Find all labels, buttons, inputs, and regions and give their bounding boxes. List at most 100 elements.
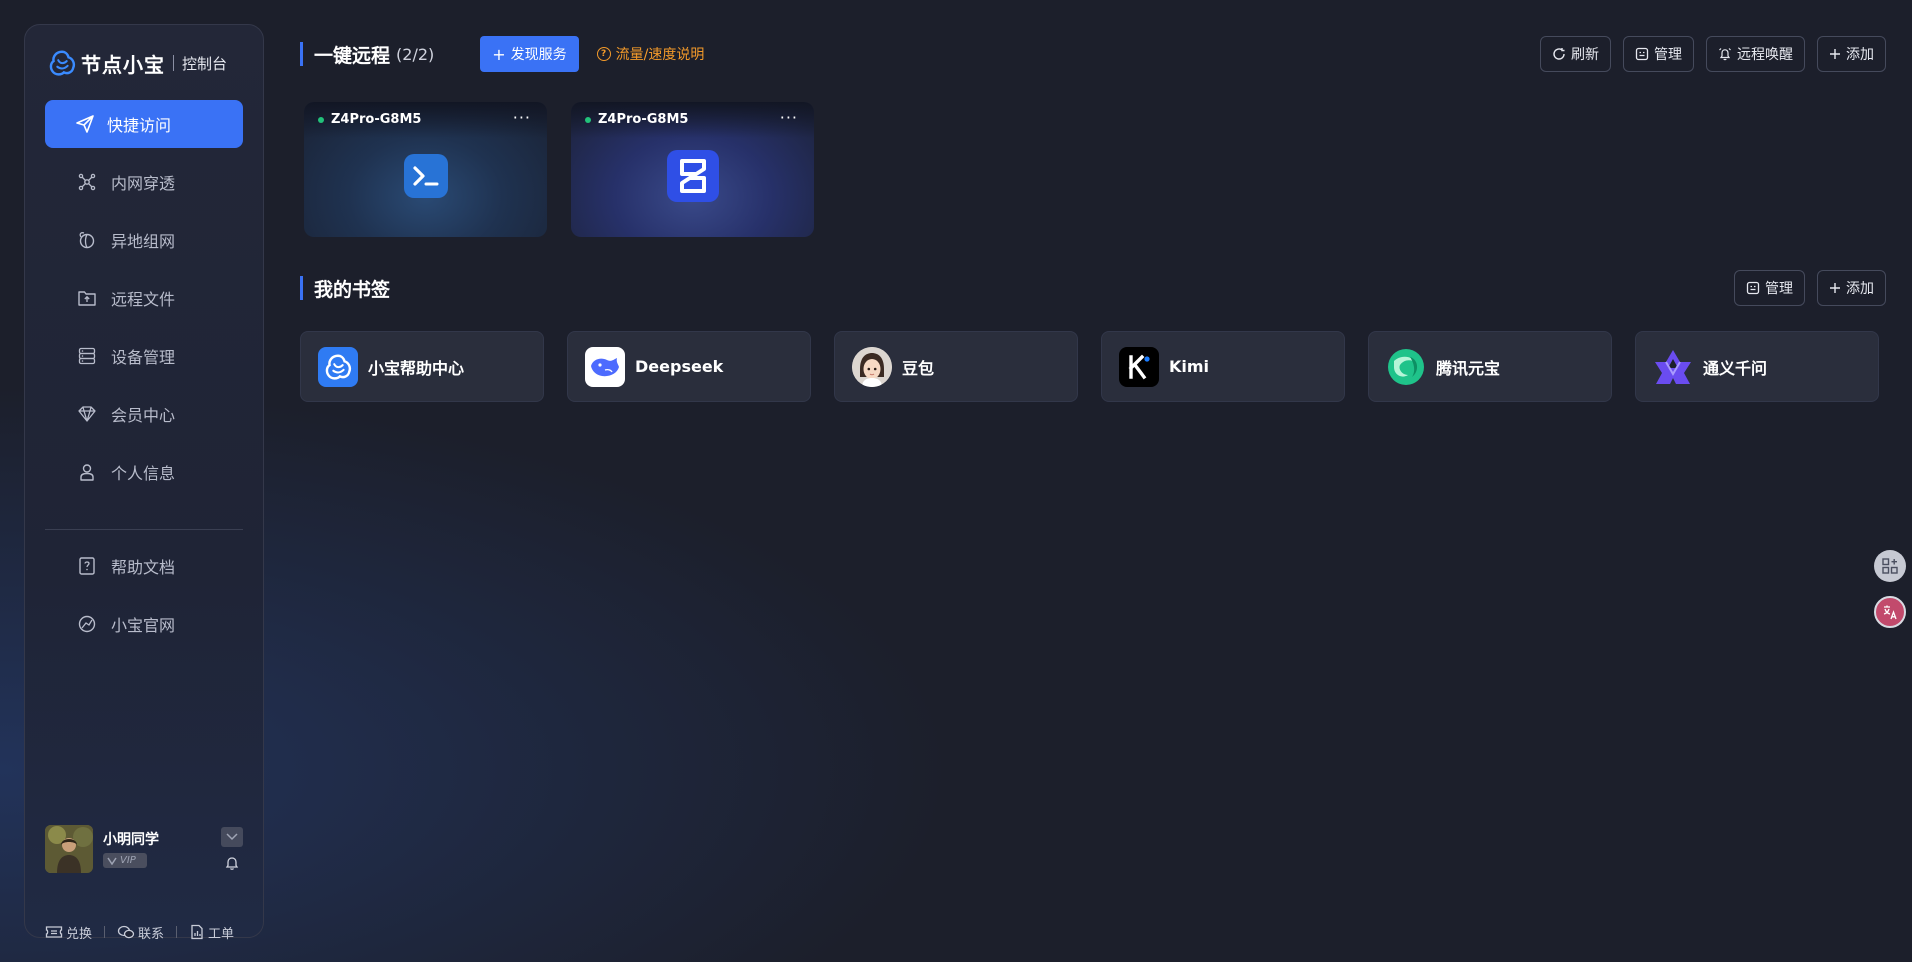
ticket-icon — [45, 926, 63, 938]
nav-item-remote-network[interactable]: 异地组网 — [45, 216, 243, 264]
apps-grid-icon — [1874, 550, 1906, 582]
nav-item-label: 异地组网 — [111, 232, 176, 251]
nav-item-label: 远程文件 — [111, 290, 176, 309]
xiaobao-icon — [318, 346, 358, 387]
redeem-link[interactable]: 兑换 — [45, 923, 92, 942]
bookmark-item[interactable]: 小宝帮助中心 — [300, 331, 544, 402]
nav-item-remote-files[interactable]: 远程文件 — [45, 274, 243, 322]
nav-item-quick-access[interactable]: 快捷访问 — [45, 100, 243, 148]
nav-item-official-site[interactable]: 小宝官网 — [45, 600, 243, 648]
online-status-dot — [318, 117, 324, 123]
remote-wake-label: 远程唤醒 — [1737, 47, 1793, 63]
nav-item-label: 个人信息 — [111, 464, 176, 483]
remote-card[interactable]: Z4Pro-G8M5 ··· — [571, 102, 814, 237]
nav-item-membership[interactable]: 会员中心 — [45, 390, 243, 438]
user-panel: 小明同学 VIP — [45, 825, 243, 875]
folder-upload-icon — [77, 288, 97, 308]
vip-check-icon — [107, 857, 117, 865]
refresh-button[interactable]: 刷新 — [1540, 36, 1611, 72]
plus-icon — [1829, 48, 1841, 60]
footer-divider — [104, 926, 106, 938]
vip-badge-label: VIP — [120, 855, 136, 866]
bookmarks-title: 我的书签 — [314, 278, 391, 301]
section-accent-bar — [300, 42, 303, 66]
nav-item-label: 内网穿透 — [111, 174, 176, 193]
bookmark-label: 腾讯元宝 — [1436, 358, 1501, 378]
remote-wake-button[interactable]: 远程唤醒 — [1706, 36, 1805, 72]
translate-icon — [1874, 596, 1906, 628]
nav-item-label: 会员中心 — [111, 406, 176, 425]
network-icon — [77, 172, 97, 192]
more-options-icon[interactable]: ··· — [780, 108, 798, 127]
bookmark-item[interactable]: 豆包 — [834, 331, 1078, 402]
manage-icon — [1635, 47, 1649, 61]
nav-item-help-docs[interactable]: 帮助文档 — [45, 542, 243, 590]
remote-card[interactable]: Z4Pro-G8M5 ··· — [304, 102, 547, 237]
compass-icon — [77, 614, 97, 634]
refresh-label: 刷新 — [1571, 47, 1599, 63]
nav-item-label: 帮助文档 — [111, 558, 176, 577]
ticket-label: 工单 — [208, 926, 235, 942]
remote-section-header: 一键远程 (2/2) + 发现服务 ? 流量/速度说明 — [300, 36, 704, 72]
remote-card-name: Z4Pro-G8M5 — [331, 112, 422, 127]
server-icon — [77, 346, 97, 366]
floating-translate-button[interactable] — [1872, 594, 1912, 630]
chevron-down-icon — [226, 833, 238, 841]
more-options-icon[interactable]: ··· — [513, 108, 531, 127]
bookmark-label: Kimi — [1169, 357, 1210, 376]
manage-label: 管理 — [1654, 47, 1682, 63]
bookmark-list: 小宝帮助中心 Deepseek 豆包 Kimi 腾讯元宝 通义千问 — [300, 331, 1902, 402]
redeem-label: 兑换 — [66, 926, 93, 942]
add-label: 添加 — [1846, 281, 1874, 297]
tongyi-icon — [1653, 347, 1693, 387]
doubao-avatar-icon — [852, 346, 892, 387]
ticket-link[interactable]: 工单 — [189, 923, 234, 942]
main-nav: 快捷访问 内网穿透 异地组网 远程文件 设备管理 会员中心 个人信息 — [45, 100, 243, 506]
bookmark-label: 豆包 — [902, 358, 935, 378]
help-doc-icon — [77, 556, 97, 576]
bookmark-item[interactable]: Deepseek — [567, 331, 811, 402]
bookmark-item[interactable]: 腾讯元宝 — [1368, 331, 1612, 402]
floating-apps-button[interactable] — [1872, 548, 1912, 584]
bookmark-label: 小宝帮助中心 — [368, 358, 465, 378]
manage-icon — [1746, 281, 1760, 295]
brand-name: 节点小宝 — [81, 52, 165, 77]
brand-subtitle: 控制台 — [182, 54, 228, 73]
avatar[interactable] — [45, 825, 93, 873]
user-menu-toggle[interactable] — [221, 827, 243, 847]
bookmark-label: Deepseek — [635, 357, 724, 376]
app-root: 节点小宝 控制台 快捷访问 内网穿透 异地组网 远程文件 设备管理 会员中心 个… — [0, 0, 1912, 962]
nav-item-label: 快捷访问 — [107, 116, 172, 135]
manage-bookmarks-button[interactable]: 管理 — [1734, 270, 1805, 306]
add-bookmark-button[interactable]: 添加 — [1817, 270, 1886, 306]
user-icon — [77, 462, 97, 482]
footer-links: 兑换 联系 工单 — [45, 921, 243, 943]
nav-item-intranet[interactable]: 内网穿透 — [45, 158, 243, 206]
contact-link[interactable]: 联系 — [117, 923, 164, 942]
bell-icon[interactable] — [224, 855, 240, 871]
manage-button[interactable]: 管理 — [1623, 36, 1694, 72]
brand[interactable]: 节点小宝 控制台 — [47, 47, 227, 79]
nav-item-devices[interactable]: 设备管理 — [45, 332, 243, 380]
traffic-speed-link[interactable]: ? 流量/速度说明 — [596, 44, 704, 64]
alarm-icon — [1718, 47, 1732, 61]
discover-service-label: 发现服务 — [510, 47, 567, 63]
contact-label: 联系 — [138, 926, 165, 942]
plus-icon: + — [492, 44, 506, 64]
bookmark-item[interactable]: Kimi — [1101, 331, 1345, 402]
add-remote-button[interactable]: 添加 — [1817, 36, 1886, 72]
section-accent-bar — [300, 276, 303, 300]
nav-item-profile[interactable]: 个人信息 — [45, 448, 243, 496]
discover-service-button[interactable]: + 发现服务 — [480, 36, 579, 72]
globe-link-icon — [77, 230, 97, 250]
deepseek-whale-icon — [585, 346, 625, 387]
manage-label: 管理 — [1765, 281, 1793, 297]
yuanbao-icon — [1386, 347, 1426, 387]
terminal-icon — [403, 154, 448, 198]
diamond-icon — [77, 404, 97, 424]
plus-icon — [1829, 282, 1841, 294]
secondary-nav: 帮助文档 小宝官网 — [45, 542, 243, 658]
bookmark-item[interactable]: 通义千问 — [1635, 331, 1879, 402]
remote-card-list: Z4Pro-G8M5 ··· Z4Pro-G8M5 ··· — [304, 102, 838, 237]
refresh-icon — [1552, 47, 1566, 61]
